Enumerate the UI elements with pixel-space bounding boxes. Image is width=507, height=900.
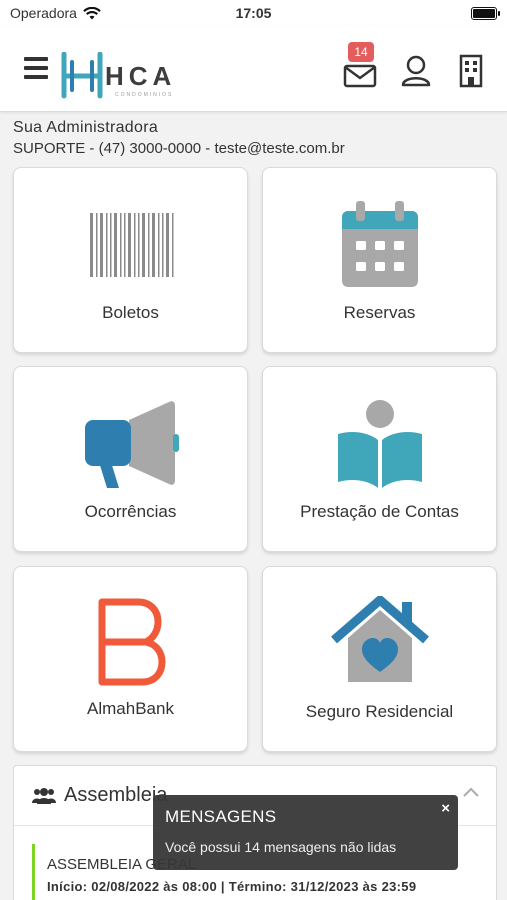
- carrier-group: Operadora: [10, 5, 101, 21]
- tile-label: AlmahBank: [87, 699, 174, 718]
- hca-logo-mark: [61, 52, 103, 99]
- megaphone-icon: [84, 400, 179, 488]
- hamburger-menu-button[interactable]: [24, 57, 48, 79]
- barcode-icon: [89, 212, 173, 277]
- calendar-icon: [341, 200, 418, 287]
- tile-almahbank[interactable]: AlmahBank: [13, 566, 248, 752]
- administradora-info: Sua Administradora SUPORTE - (47) 3000-0…: [13, 119, 493, 157]
- support-contact: SUPORTE - (47) 3000-0000 - teste@teste.c…: [13, 140, 345, 157]
- administradora-title: Sua Administradora: [13, 119, 159, 136]
- reading-book-icon: [337, 399, 422, 488]
- tile-label: Prestação de Contas: [300, 502, 459, 521]
- condominium-button[interactable]: [453, 54, 489, 88]
- user-icon: [401, 55, 431, 87]
- assembleia-title: Assembleia: [64, 784, 168, 806]
- battery-icon: [471, 6, 500, 20]
- logo-text: HCA: [105, 61, 177, 91]
- tile-seguro-residencial[interactable]: Seguro Residencial: [262, 566, 497, 752]
- unread-badge: 14: [348, 42, 374, 62]
- tile-label: Ocorrências: [84, 502, 177, 521]
- building-icon: [459, 54, 483, 88]
- house-heart-icon: [330, 595, 429, 682]
- toast-message: Você possui 14 mensagens não lidas: [165, 839, 397, 855]
- tile-label: Reservas: [343, 303, 416, 322]
- tile-prestacao-de-contas[interactable]: Prestação de Contas: [262, 366, 497, 552]
- wifi-icon: [83, 6, 101, 19]
- tile-boletos[interactable]: Boletos: [13, 167, 248, 353]
- tile-ocorrencias[interactable]: Ocorrências: [13, 366, 248, 552]
- status-bar: Operadora 17:05: [0, 0, 507, 26]
- close-icon[interactable]: ×: [441, 800, 450, 817]
- assembleia-item-dates: Início: 02/08/2022 às 08:00 | Término: 3…: [47, 879, 417, 894]
- profile-button[interactable]: [398, 54, 434, 88]
- logo-subtext: CONDOMINIOS: [115, 92, 174, 98]
- app-header: HCA CONDOMINIOS 14: [0, 26, 507, 112]
- almahbank-logo: [98, 598, 165, 685]
- tile-reservas[interactable]: Reservas: [262, 167, 497, 353]
- carrier-label: Operadora: [10, 5, 77, 21]
- chevron-up-icon[interactable]: [462, 786, 480, 798]
- toast-title: MENSAGENS: [165, 807, 277, 826]
- hca-logo: HCA CONDOMINIOS: [60, 50, 185, 102]
- messages-toast[interactable]: MENSAGENS Você possui 14 mensagens não l…: [153, 795, 458, 870]
- tile-label: Boletos: [102, 303, 159, 322]
- users-icon: [32, 787, 56, 804]
- tile-label: Seguro Residencial: [305, 702, 454, 721]
